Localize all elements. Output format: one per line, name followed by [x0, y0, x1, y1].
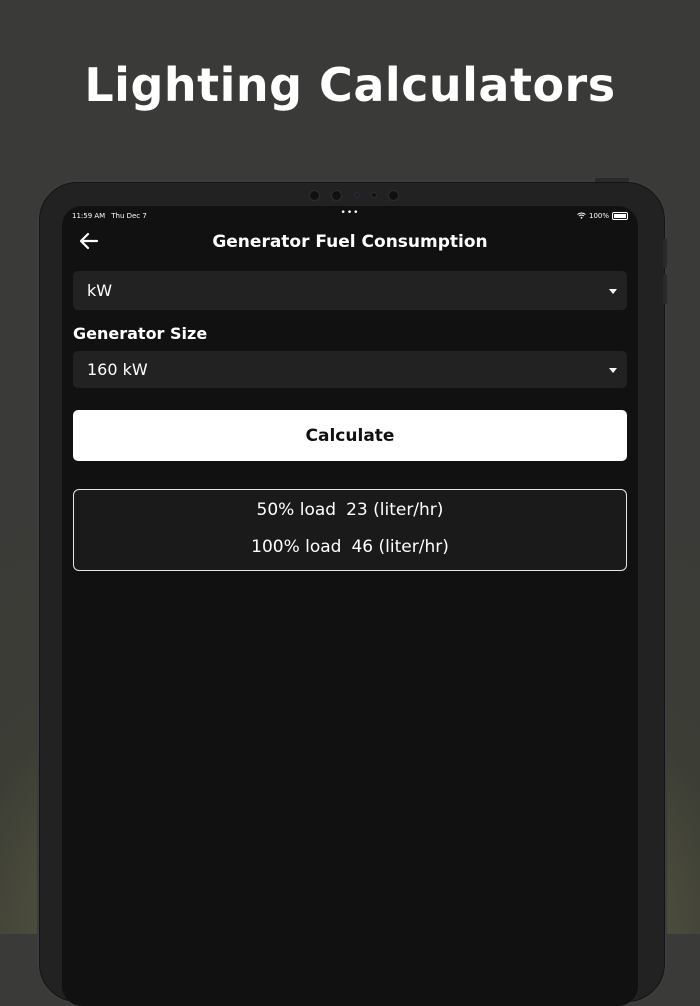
page-title: Generator Fuel Consumption — [212, 232, 488, 252]
status-right: 100% — [577, 212, 628, 221]
sensor-icon — [309, 189, 320, 201]
sensor-icon — [388, 189, 399, 201]
status-time: 11:59 AM — [72, 212, 106, 220]
result-row: 50% load 23 (liter/hr) — [74, 500, 626, 520]
generator-size-label: Generator Size — [73, 324, 208, 343]
volume-up-button — [663, 238, 667, 268]
wifi-icon — [577, 212, 586, 221]
result-value: 46 (liter/hr) — [351, 537, 449, 557]
sensor-icon — [331, 189, 343, 201]
promo-title: Lighting Calculators — [84, 58, 616, 112]
camera-bar — [309, 188, 399, 202]
sensor-icon — [370, 192, 377, 198]
result-value: 23 (liter/hr) — [346, 500, 444, 520]
app-header: Generator Fuel Consumption — [62, 228, 638, 258]
power-button — [595, 178, 629, 182]
result-box: 50% load 23 (liter/hr) 100% load 46 (liter… — [73, 489, 627, 571]
generator-size-select[interactable]: 160 kW — [73, 351, 627, 388]
result-row: 100% load 46 (liter/hr) — [74, 537, 626, 557]
battery-percent: 100% — [588, 212, 609, 220]
result-load: 50% load — [256, 500, 337, 520]
result-load: 100% load — [251, 537, 342, 557]
generator-size-value: 160 kW — [87, 360, 148, 379]
camera-icon — [353, 192, 360, 198]
multitasking-dots-icon[interactable]: ••• — [341, 208, 360, 218]
battery-icon — [612, 212, 628, 220]
volume-down-button — [663, 274, 667, 304]
caret-down-icon — [609, 288, 617, 294]
unit-select-value: kW — [87, 281, 113, 300]
calculate-button[interactable]: Calculate — [73, 410, 627, 461]
status-date: Thu Dec 7 — [111, 212, 147, 220]
status-bar: 11:59 AM Thu Dec 7 ••• 100% — [72, 208, 628, 222]
unit-select[interactable]: kW — [73, 271, 627, 310]
app-screen: 11:59 AM Thu Dec 7 ••• 100% Generator Fu… — [62, 206, 638, 1006]
tablet-device-frame: 11:59 AM Thu Dec 7 ••• 100% Generator Fu… — [37, 178, 667, 1006]
caret-down-icon — [609, 367, 617, 373]
